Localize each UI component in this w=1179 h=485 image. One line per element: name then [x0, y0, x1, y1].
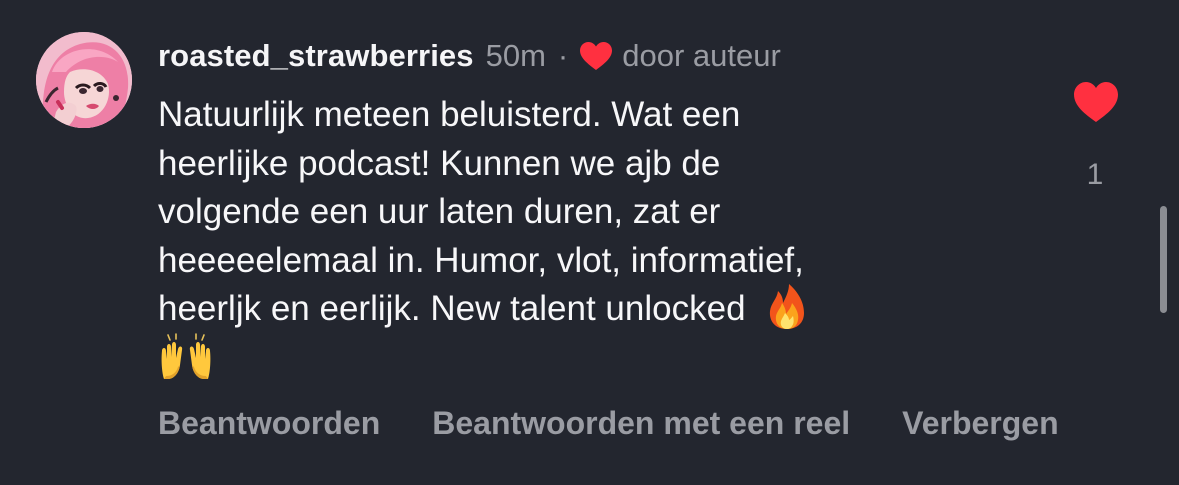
comment-header: roasted_strawberries 50m · door auteur — [158, 34, 781, 78]
like-button[interactable] — [1072, 80, 1120, 124]
comment-time: 50m — [485, 38, 546, 73]
avatar-image — [36, 32, 132, 128]
author-liked-label: door auteur — [622, 38, 781, 73]
reply-button[interactable]: Beantwoorden — [158, 405, 380, 442]
comment-text-line: Natuurlijk meteen beluisterd. Wat een — [158, 95, 741, 134]
fire-emoji-icon — [767, 283, 807, 331]
comment-text-line: heerlijke podcast! Kunnen we ajb de — [158, 143, 721, 183]
comment: roasted_strawberries 50m · door auteur N… — [0, 0, 1179, 485]
raising-hands-emoji-icon — [158, 332, 214, 381]
comment-text: Natuurlijk meteen beluisterd. Wat een he… — [158, 91, 1008, 385]
scrollbar[interactable] — [1160, 206, 1167, 313]
avatar[interactable] — [36, 32, 132, 128]
hide-button[interactable]: Verbergen — [902, 405, 1059, 442]
comment-text-line: heeeeelemaal in. Humor, vlot, informatie… — [158, 240, 804, 280]
heart-icon — [1074, 82, 1118, 122]
username[interactable]: roasted_strawberries — [158, 38, 474, 74]
comment-actions: Beantwoorden Beantwoorden met een reel V… — [158, 402, 1059, 444]
like-count: 1 — [1086, 158, 1104, 191]
reply-with-reel-button[interactable]: Beantwoorden met een reel — [432, 405, 850, 442]
separator-dot: · — [557, 38, 569, 73]
author-heart-icon — [578, 40, 614, 72]
comment-text-line: heerljk en eerlijk. New talent unlocked — [158, 289, 746, 328]
comment-text-line: volgende een uur laten duren, zat er — [158, 192, 721, 231]
